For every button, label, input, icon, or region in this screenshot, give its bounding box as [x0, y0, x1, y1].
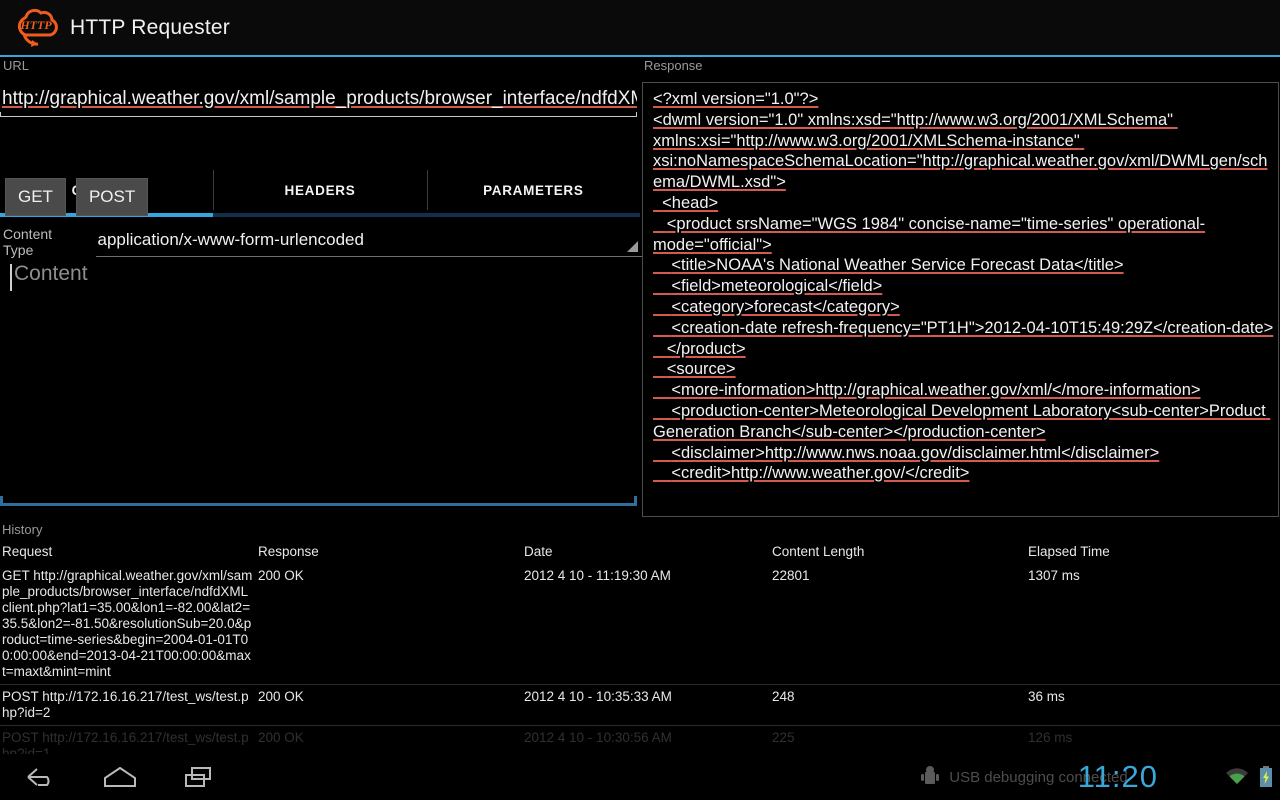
url-input-underline	[0, 112, 637, 117]
row-elapsed-time: 36 ms	[1028, 689, 1065, 704]
column-header-content-length: Content Length	[772, 544, 865, 559]
row-date: 2012 4 10 - 10:35:33 AM	[524, 689, 672, 704]
request-pane: URL http://graphical.weather.gov/xml/sam…	[0, 58, 644, 520]
content-type-underline	[95, 256, 644, 257]
content-type-label: Content Type	[3, 226, 53, 258]
status-clock: 11:20	[1077, 759, 1158, 794]
row-response: 200 OK	[258, 689, 304, 704]
nav-buttons	[0, 754, 240, 800]
content-type-spinner[interactable]: application/x-www-form-urlencoded	[95, 227, 644, 257]
row-elapsed-time: 1307 ms	[1028, 568, 1080, 583]
row-request: GET http://graphical.weather.gov/xml/sam…	[2, 568, 253, 679]
url-label: URL	[3, 58, 30, 73]
response-label: Response	[644, 58, 703, 73]
response-box[interactable]: <?xml version="1.0"?> <dwml version="1.0…	[642, 82, 1279, 517]
dropdown-arrow-icon	[627, 241, 638, 252]
row-content-length: 22801	[772, 568, 810, 583]
tab-parameters-label: PARAMETERS	[483, 182, 584, 198]
history-table: Request Response Date Content Length Ela…	[0, 540, 1280, 766]
history-header-row: Request Response Date Content Length Ela…	[0, 540, 1280, 564]
row-content-length: 248	[772, 689, 795, 704]
column-header-response: Response	[258, 544, 319, 559]
row-request: POST http://172.16.16.217/test_ws/test.p…	[2, 689, 249, 720]
url-field-row[interactable]: http://graphical.weather.gov/xml/sample_…	[0, 82, 637, 117]
back-arrow-icon	[27, 768, 50, 786]
http-cloud-logo-icon: HTTP	[17, 8, 58, 47]
content-input-placeholder: Content	[14, 262, 88, 285]
content-input[interactable]: Content	[0, 258, 637, 506]
wifi-icon	[1226, 768, 1248, 784]
status-icons: USB debugging connected 11:20	[919, 754, 1274, 800]
tab-headers-label: HEADERS	[284, 182, 356, 198]
row-response: 200 OK	[258, 568, 304, 583]
action-bar: HTTP HTTP Requester	[0, 0, 1280, 56]
content-input-underline	[0, 496, 637, 506]
system-navigation-bar: USB debugging connected 11:20	[0, 754, 1280, 800]
table-row[interactable]: POST http://172.16.16.217/test_ws/test.p…	[0, 685, 1280, 725]
text-caret	[10, 264, 12, 291]
svg-text:HTTP: HTTP	[19, 18, 52, 32]
url-input[interactable]: http://graphical.weather.gov/xml/sample_…	[0, 82, 637, 116]
response-body: <?xml version="1.0"?> <dwml version="1.0…	[653, 90, 1274, 483]
history-section: History Request Response Date Content Le…	[0, 522, 1280, 761]
back-button[interactable]	[0, 754, 80, 800]
app-logo: HTTP	[8, 0, 64, 56]
app-root: HTTP HTTP Requester URL http://graphical…	[0, 0, 1280, 800]
android-debug-icon	[921, 766, 940, 784]
response-pane: Response <?xml version="1.0"?> <dwml ver…	[640, 58, 1280, 520]
battery-charging-icon	[1260, 766, 1272, 787]
action-bar-accent-line	[0, 55, 1280, 57]
table-row[interactable]: GET http://graphical.weather.gov/xml/sam…	[0, 564, 1280, 684]
row-date: 2012 4 10 - 11:19:30 AM	[524, 568, 671, 583]
recent-apps-icon	[185, 767, 211, 787]
column-header-request: Request	[2, 544, 53, 559]
column-header-elapsed-time: Elapsed Time	[1028, 544, 1110, 559]
recent-apps-button[interactable]	[160, 754, 240, 800]
tab-headers[interactable]: HEADERS	[213, 166, 426, 214]
content-type-row: Content Type application/x-www-form-urle…	[0, 226, 644, 258]
content-type-value: application/x-www-form-urlencoded	[97, 230, 364, 249]
home-icon	[104, 766, 136, 787]
get-button[interactable]: GET	[5, 178, 66, 216]
tab-parameters[interactable]: PARAMETERS	[426, 166, 640, 214]
post-button[interactable]: POST	[75, 178, 149, 216]
home-button[interactable]	[80, 754, 160, 800]
history-label: History	[2, 522, 43, 537]
app-title: HTTP Requester	[70, 16, 230, 39]
http-method-buttons: GET POST	[5, 178, 149, 216]
url-input-value: http://graphical.weather.gov/xml/sample_…	[2, 88, 637, 109]
column-header-date: Date	[524, 544, 553, 559]
